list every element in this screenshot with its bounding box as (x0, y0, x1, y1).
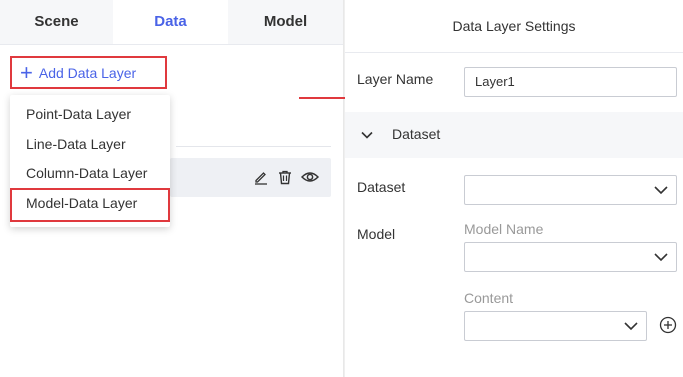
chevron-down-icon (361, 131, 373, 139)
tab-bar: Scene Data Model (0, 0, 343, 45)
menu-item-column-data-layer[interactable]: Column-Data Layer (10, 158, 170, 188)
tab-data[interactable]: Data (113, 0, 228, 44)
add-data-layer-label: Add Data Layer (38, 64, 137, 81)
left-panel: Scene Data Model + Add Data Layer Point-… (0, 0, 343, 377)
content-label: Content (464, 290, 514, 306)
layer-row[interactable] (170, 158, 331, 197)
dataset-label: Dataset (357, 179, 406, 195)
tab-scene[interactable]: Scene (0, 0, 113, 44)
plus-icon: + (20, 59, 33, 85)
eye-icon[interactable] (301, 168, 319, 186)
dataset-section-header[interactable]: Dataset (345, 112, 683, 158)
add-layer-dropdown: Point-Data Layer Line-Data Layer Column-… (10, 95, 170, 227)
add-content-icon[interactable] (659, 316, 677, 334)
edit-icon[interactable] (252, 168, 270, 186)
menu-item-line-data-layer[interactable]: Line-Data Layer (10, 129, 170, 159)
model-label: Model (357, 226, 396, 242)
chevron-down-icon (654, 253, 668, 262)
content-select[interactable] (464, 311, 647, 341)
data-layer-settings-panel: Data Layer Settings Layer Name Layer1 Da… (345, 0, 683, 377)
model-name-label: Model Name (464, 221, 544, 237)
chevron-down-icon (654, 186, 668, 195)
settings-title: Data Layer Settings (345, 0, 683, 53)
model-name-select[interactable] (464, 242, 677, 272)
divider (176, 146, 331, 147)
layer-name-input[interactable]: Layer1 (464, 67, 677, 97)
dataset-section-label: Dataset (392, 126, 441, 142)
dataset-select[interactable] (464, 175, 677, 205)
tab-model[interactable]: Model (228, 0, 343, 44)
menu-item-point-data-layer[interactable]: Point-Data Layer (10, 99, 170, 129)
layer-name-label: Layer Name (357, 71, 434, 87)
chevron-down-icon (624, 322, 638, 331)
add-data-layer-button[interactable]: + Add Data Layer (10, 56, 167, 89)
trash-icon[interactable] (276, 168, 294, 186)
menu-item-model-data-layer[interactable]: Model-Data Layer (10, 188, 170, 222)
